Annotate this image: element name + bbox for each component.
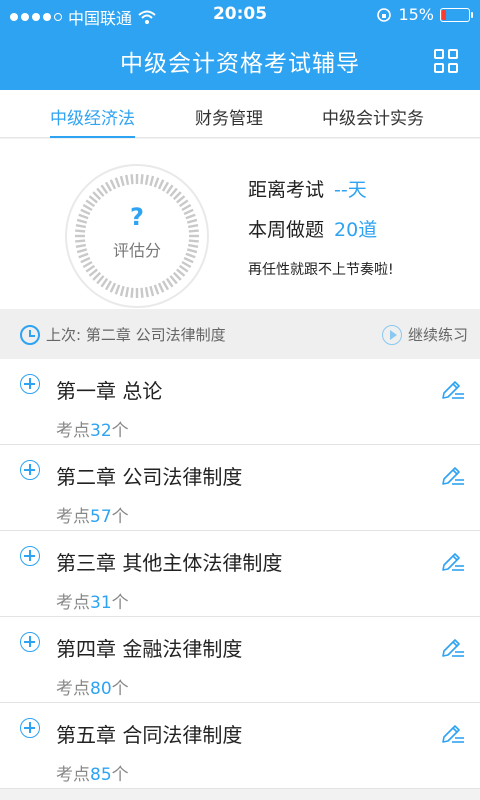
expand-plus-icon[interactable] — [20, 374, 40, 394]
gauge-tick — [140, 287, 144, 298]
points-count: 57 — [90, 507, 112, 527]
chapter-title: 第四章 金融法律制度 — [56, 637, 243, 661]
gauge-center: ? 评估分 — [62, 203, 212, 261]
last-practice-bar: 上次: 第二章 公司法律制度 继续练习 — [0, 309, 480, 359]
gauge-tick — [125, 174, 130, 185]
grid-menu-icon[interactable] — [434, 49, 458, 73]
chapter-points: 考点80个 — [56, 674, 129, 699]
motto-text: 再任性就跟不上节奏啦! — [248, 262, 394, 278]
play-icon — [381, 324, 402, 345]
battery-percent: 15% — [398, 5, 434, 24]
battery-icon — [440, 7, 473, 22]
chapter-item-3[interactable]: 第三章 其他主体法律制度 考点31个 — [0, 531, 480, 617]
weekly-questions-value: 20道 — [334, 219, 378, 241]
points-suffix: 个 — [111, 507, 129, 527]
expand-plus-icon[interactable] — [20, 460, 40, 480]
points-suffix: 个 — [111, 765, 129, 785]
edit-pencil-icon[interactable] — [440, 721, 466, 745]
chapter-item-5[interactable]: 第五章 合同法律制度 考点85个 — [0, 703, 480, 789]
expand-plus-icon[interactable] — [20, 546, 40, 566]
gauge-label: 评估分 — [112, 241, 161, 260]
points-suffix: 个 — [111, 679, 129, 699]
chapter-points: 考点31个 — [56, 588, 129, 613]
chapter-title: 第五章 合同法律制度 — [56, 723, 243, 747]
chapter-title: 第二章 公司法律制度 — [56, 465, 243, 489]
edit-pencil-icon[interactable] — [440, 463, 466, 487]
points-suffix: 个 — [111, 421, 129, 441]
points-count: 32 — [90, 421, 112, 441]
exam-countdown: 距离考试 --天 — [248, 175, 367, 202]
orientation-lock-icon — [377, 7, 392, 22]
tab-economic-law[interactable]: 中级经济法 — [50, 104, 135, 138]
gauge-tick — [144, 287, 149, 298]
exam-countdown-value: --天 — [334, 179, 367, 201]
gauge-tick — [130, 174, 134, 185]
gauge-tick — [140, 174, 144, 185]
gauge-tick — [130, 287, 134, 298]
edit-pencil-icon[interactable] — [440, 549, 466, 573]
weekly-questions-label: 本周做题 — [248, 219, 325, 241]
tab-financial-management[interactable]: 财务管理 — [195, 104, 263, 138]
edit-pencil-icon[interactable] — [440, 635, 466, 659]
expand-plus-icon[interactable] — [20, 718, 40, 738]
clock-icon — [20, 324, 40, 345]
continue-practice-button[interactable]: 继续练习 — [381, 324, 468, 345]
points-count: 85 — [90, 765, 112, 785]
points-count: 31 — [90, 593, 112, 613]
points-count: 80 — [90, 679, 112, 699]
points-prefix: 考点 — [56, 679, 90, 699]
expand-plus-icon[interactable] — [20, 632, 40, 652]
continue-practice-label: 继续练习 — [407, 326, 468, 344]
chapter-points: 考点57个 — [56, 502, 129, 527]
chapter-points: 考点32个 — [56, 416, 129, 441]
status-bar: 中国联通 20:05 15% — [0, 0, 480, 30]
last-practice[interactable]: 上次: 第二章 公司法律制度 — [20, 324, 226, 345]
status-right: 15% — [376, 5, 473, 24]
last-practice-text: 上次: 第二章 公司法律制度 — [46, 326, 226, 344]
tab-accounting-practice[interactable]: 中级会计实务 — [322, 104, 424, 138]
chapter-item-2[interactable]: 第二章 公司法律制度 考点57个 — [0, 445, 480, 531]
points-prefix: 考点 — [56, 507, 90, 527]
weekly-questions: 本周做题 20道 — [248, 215, 377, 242]
gauge-question-mark: ? — [130, 203, 144, 231]
chapter-item-1[interactable]: 第一章 总论 考点32个 — [0, 359, 480, 445]
page-title: 中级会计资格考试辅导 — [120, 51, 360, 77]
subject-tabs: 中级经济法 财务管理 中级会计实务 — [0, 90, 480, 138]
gauge-tick — [144, 174, 149, 185]
chapter-title: 第三章 其他主体法律制度 — [56, 551, 283, 575]
chapter-item-4[interactable]: 第四章 金融法律制度 考点80个 — [0, 617, 480, 703]
points-prefix: 考点 — [56, 765, 90, 785]
gauge-tick — [125, 287, 130, 298]
chapter-list: 第一章 总论 考点32个 第二章 公司法律制度 考点57个 第三章 其他主体法律… — [0, 359, 480, 789]
chapter-points: 考点85个 — [56, 760, 129, 785]
score-gauge[interactable]: ? 评估分 — [62, 161, 212, 311]
stats-panel: ? 评估分 距离考试 --天 本周做题 20道 再任性就跟不上节奏啦! — [0, 139, 480, 309]
chapter-title: 第一章 总论 — [56, 379, 163, 403]
points-prefix: 考点 — [56, 421, 90, 441]
exam-countdown-label: 距离考试 — [248, 179, 325, 201]
edit-pencil-icon[interactable] — [440, 377, 466, 401]
app-header: 中级会计资格考试辅导 — [0, 30, 480, 90]
points-suffix: 个 — [111, 593, 129, 613]
points-prefix: 考点 — [56, 593, 90, 613]
